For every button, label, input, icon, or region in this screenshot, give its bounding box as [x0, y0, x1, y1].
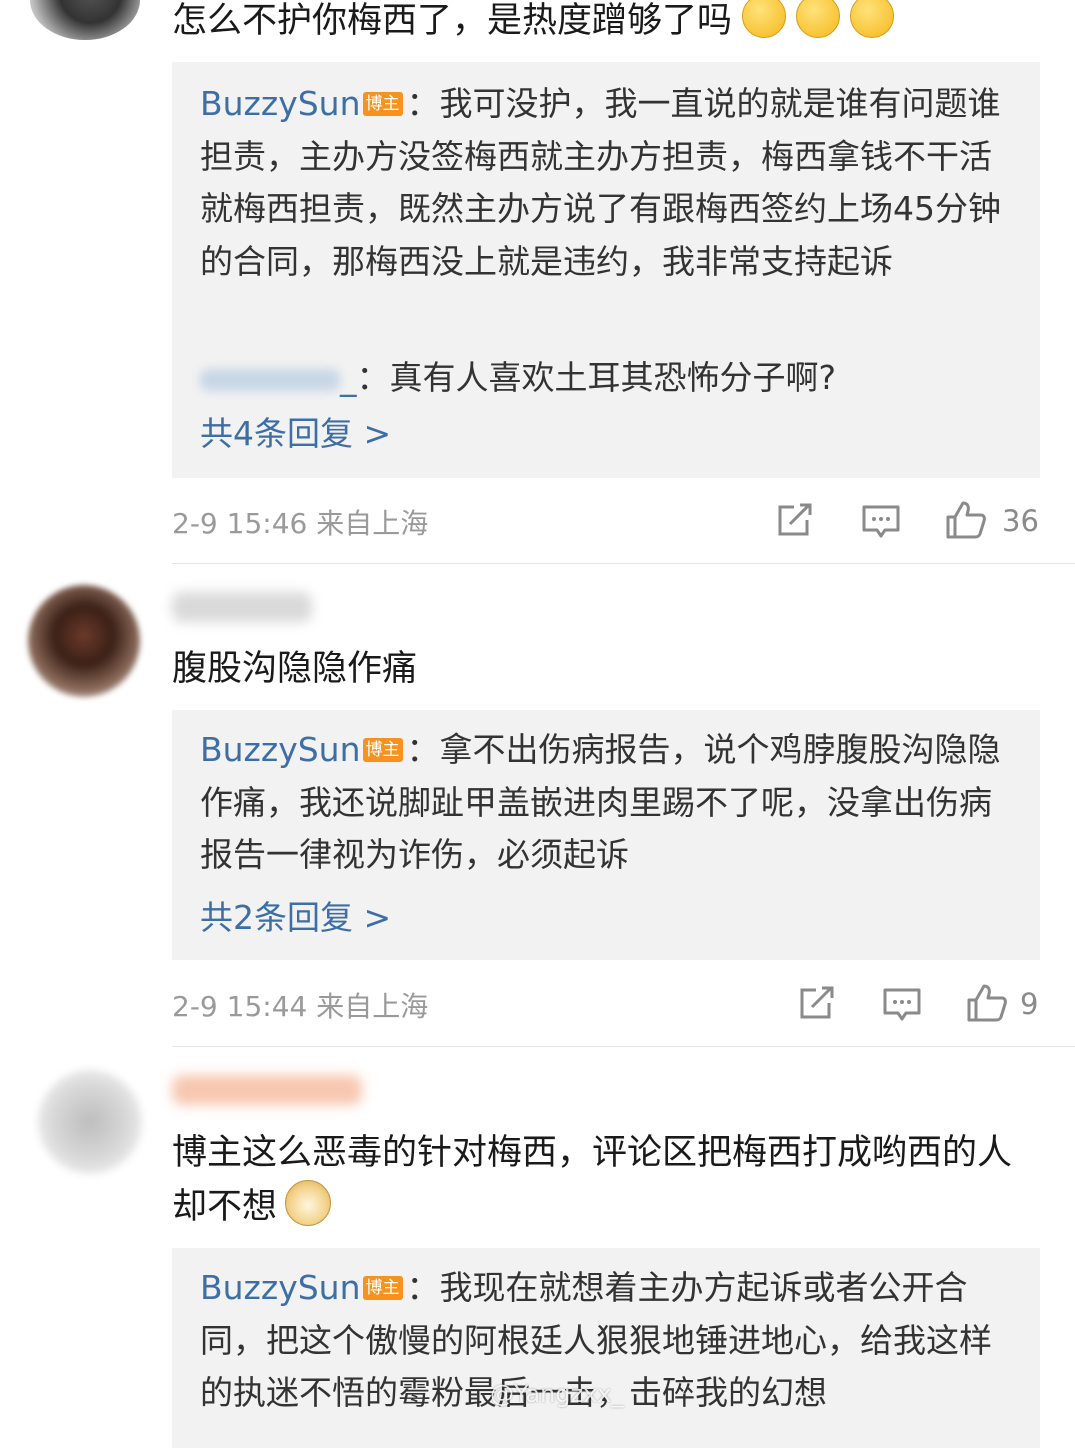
location: 来自上海 [316, 507, 429, 540]
comment-body: 怎么不护你梅西了，是热度蹭够了吗 [172, 1, 733, 41]
reply-author-suffix[interactable]: _ [340, 358, 357, 397]
comment-meta: 2-9 15:44 来自上海 [172, 985, 428, 1025]
avatar[interactable] [28, 585, 140, 697]
reply-item: BuzzySun 博主 ：我可没护，我一直说的就是谁有问题谁担责，主办方没签梅西就主… [200, 78, 1006, 288]
share-icon [778, 503, 812, 536]
share-button[interactable] [798, 985, 836, 1025]
like-button[interactable] [945, 500, 987, 544]
avatar[interactable] [38, 1070, 142, 1174]
blurred-username[interactable] [172, 1075, 362, 1105]
author-badge: 博主 [362, 738, 403, 762]
comment-meta: 2-9 15:46 来自上海 [172, 502, 428, 542]
timestamp: 2-9 15:44 [172, 990, 308, 1023]
comment-text: 博主这么恶毒的针对梅西，评论区把梅西打成哟西的人却不想 [172, 1126, 1032, 1234]
comment-icon [883, 988, 921, 1021]
blurred-username[interactable] [172, 592, 312, 622]
reply-author-link[interactable]: BuzzySun [200, 730, 361, 769]
reply-item: _：真有人喜欢土耳其恐怖分子啊? [200, 352, 836, 404]
thinking-face-emoji [850, 0, 895, 38]
more-replies-link[interactable]: 共2条回复 > [200, 892, 391, 944]
author-badge: 博主 [362, 92, 403, 116]
reply-item: BuzzySun 博主 ：拿不出伤病报告，说个鸡脖腹股沟隐隐作痛，我还说脚趾甲盖嵌进… [200, 724, 1006, 882]
doge-emoji [285, 1180, 332, 1226]
thinking-face-emoji [796, 0, 841, 38]
reply-box[interactable]: BuzzySun 博主 ：我可没护，我一直说的就是谁有问题谁担责，主办方没签梅西就主… [172, 62, 1040, 478]
like-icon [967, 984, 1007, 1022]
like-icon [946, 501, 986, 539]
share-icon [800, 986, 834, 1019]
more-replies-link[interactable]: 共4条回复 > [200, 408, 391, 460]
location: 来自上海 [316, 990, 429, 1023]
blurred-username[interactable] [200, 368, 340, 391]
comment-button[interactable] [861, 504, 901, 544]
reply-text: ：真有人喜欢土耳其恐怖分子啊? [356, 358, 837, 397]
like-button[interactable] [966, 983, 1008, 1027]
reply-box[interactable]: BuzzySun 博主 ：我现在就想着主办方起诉或者公开合同，把这个傲慢的阿根廷人狠… [172, 1248, 1040, 1448]
watermark: @Yangzxx_ [490, 1380, 624, 1408]
reply-author-link[interactable]: BuzzySun [200, 1268, 361, 1307]
like-count: 36 [1002, 504, 1039, 538]
thinking-face-emoji [742, 0, 787, 38]
timestamp: 2-9 15:46 [172, 507, 308, 540]
reply-box[interactable]: BuzzySun 博主 ：拿不出伤病报告，说个鸡脖腹股沟隐隐作痛，我还说脚趾甲盖嵌进… [172, 710, 1040, 960]
avatar[interactable] [30, 0, 140, 40]
divider [172, 1046, 1075, 1047]
comment-icon [862, 505, 900, 538]
reply-author-link[interactable]: BuzzySun [200, 84, 361, 123]
author-badge: 博主 [362, 1276, 403, 1300]
divider [172, 563, 1075, 564]
like-count: 9 [1020, 987, 1039, 1021]
share-button[interactable] [776, 502, 814, 542]
comment-button[interactable] [882, 987, 922, 1027]
comment-text: 腹股沟隐隐作痛 [172, 649, 418, 689]
comment-text: 怎么不护你梅西了，是热度蹭够了吗 [172, 0, 895, 48]
